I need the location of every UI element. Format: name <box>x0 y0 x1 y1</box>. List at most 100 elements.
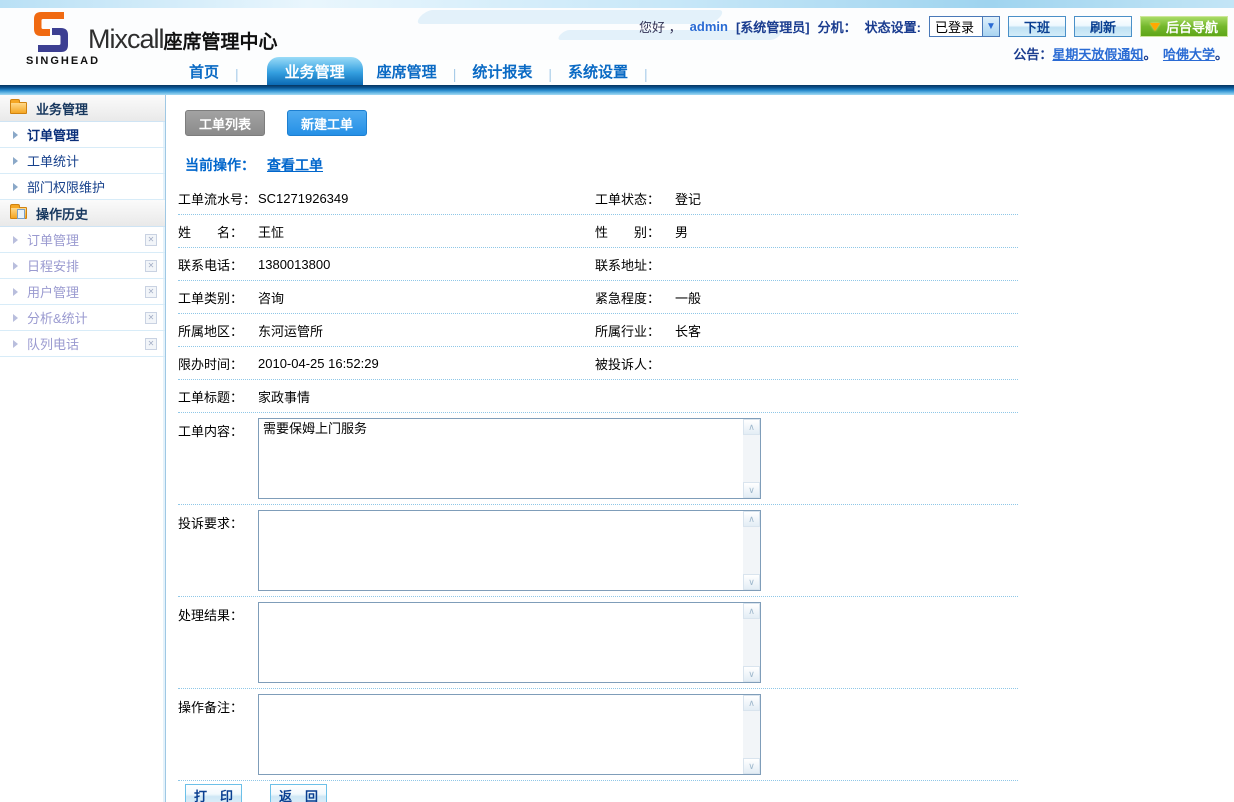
scroll-up-icon[interactable]: ∧ <box>743 695 760 711</box>
announcement-sep: 。 <box>1215 47 1228 62</box>
history-item-queue-calls[interactable]: 队列电话 ✕ <box>0 331 165 357</box>
form-row-content: 工单内容： 需要保姆上门服务 ∧ ∨ <box>178 413 1018 505</box>
username: admin <box>690 19 728 34</box>
form-row-serial-status: 工单流水号： SC1271926349 工单状态： 登记 <box>178 182 1018 215</box>
sidebar-section-history: 操作历史 <box>0 200 165 227</box>
textarea-scrollbar[interactable]: ∧ ∨ <box>743 511 760 590</box>
tab-system-settings[interactable]: 系统设置 <box>554 58 642 85</box>
scroll-down-icon[interactable]: ∨ <box>743 666 760 682</box>
field-label: 所属行业： <box>595 321 675 340</box>
form-row-name-gender: 姓 名： 王怔 性 别： 男 <box>178 215 1018 248</box>
scroll-up-icon[interactable]: ∧ <box>743 419 760 435</box>
off-duty-button[interactable]: 下班 <box>1008 16 1066 37</box>
chevron-down-icon[interactable]: ▼ <box>982 17 999 36</box>
scroll-up-icon[interactable]: ∧ <box>743 603 760 619</box>
sidebar-item-label: 部门权限维护 <box>27 177 157 196</box>
scroll-down-icon[interactable]: ∨ <box>743 574 760 590</box>
workorder-content-textarea[interactable]: 需要保姆上门服务 ∧ ∨ <box>258 418 761 499</box>
field-label: 操作备注： <box>178 694 258 716</box>
tab-separator: | <box>451 63 459 85</box>
company-logo: SINGHEAD <box>26 10 146 67</box>
gender-value: 男 <box>675 222 1018 241</box>
sidebar-item-label: 订单管理 <box>27 125 157 144</box>
brand-suffix: 座席管理中心 <box>164 32 278 53</box>
scroll-down-icon[interactable]: ∨ <box>743 482 760 498</box>
textarea-scrollbar[interactable]: ∧ ∨ <box>743 695 760 774</box>
textarea-text[interactable] <box>259 603 743 682</box>
breadcrumb: 当前操作： 查看工单 <box>178 155 1234 175</box>
close-icon[interactable]: ✕ <box>145 312 157 324</box>
field-label: 工单状态： <box>595 189 675 208</box>
sidebar: 业务管理 订单管理 工单统计 部门权限维护 操作历史 订单管理 ✕ 日程安排 ✕ <box>0 95 166 802</box>
breadcrumb-label: 当前操作： <box>185 157 255 173</box>
announcement-link-2[interactable]: 哈佛大学 <box>1163 47 1215 62</box>
form-row-complaint-request: 投诉要求： ∧ ∨ <box>178 505 1018 597</box>
status-select-value: 已登录 <box>930 17 982 36</box>
sidebar-item-dept-permission[interactable]: 部门权限维护 <box>0 174 165 200</box>
process-result-textarea[interactable]: ∧ ∨ <box>258 602 761 683</box>
field-label: 性 别： <box>595 222 675 241</box>
greeting-text: 您好 ， <box>639 17 682 36</box>
announcement-bar: 公告：星期天放假通知。 哈佛大学。 <box>1013 44 1228 63</box>
top-decor-strip <box>0 0 1234 8</box>
form-actions: 打 印 返 回 <box>178 784 1234 802</box>
tab-business-management[interactable]: 业务管理 <box>267 57 363 85</box>
customer-name-value: 王怔 <box>258 222 595 241</box>
backend-nav-button[interactable]: 后台导航 <box>1140 16 1228 37</box>
industry-value: 长客 <box>675 321 1018 340</box>
close-icon[interactable]: ✕ <box>145 338 157 350</box>
form-row-deadline-accused: 限办时间： 2010-04-25 16:52:29 被投诉人： <box>178 347 1018 380</box>
textarea-scrollbar[interactable]: ∧ ∨ <box>743 419 760 498</box>
field-label: 投诉要求： <box>178 510 258 532</box>
sidebar-item-order-management[interactable]: 订单管理 <box>0 122 165 148</box>
history-item-analysis-stats[interactable]: 分析&统计 ✕ <box>0 305 165 331</box>
announcement-link-1[interactable]: 星期天放假通知 <box>1052 47 1143 62</box>
print-button[interactable]: 打 印 <box>185 784 242 802</box>
backend-nav-label: 后台导航 <box>1166 17 1218 36</box>
back-button[interactable]: 返 回 <box>270 784 327 802</box>
workorder-list-button[interactable]: 工单列表 <box>185 110 265 136</box>
sidebar-section-title: 操作历史 <box>36 204 88 223</box>
tab-agent-management[interactable]: 座席管理 <box>363 58 451 85</box>
announcement-label: 公告： <box>1013 47 1052 62</box>
complaint-request-textarea[interactable]: ∧ ∨ <box>258 510 761 591</box>
field-label: 紧急程度： <box>595 288 675 307</box>
singhead-logo-icon <box>26 10 76 54</box>
user-bar: 您好 ， admin [系统管理员] 分机： 状态设置: 已登录 ▼ 下班 刷新… <box>639 16 1228 37</box>
close-icon[interactable]: ✕ <box>145 234 157 246</box>
arrow-right-icon <box>13 262 18 270</box>
status-select[interactable]: 已登录 ▼ <box>929 16 1000 37</box>
announcement-sep: 。 <box>1143 47 1150 62</box>
workorder-title-value: 家政事情 <box>258 387 595 406</box>
urgency-value: 一般 <box>675 288 1018 307</box>
tab-home[interactable]: 首页 <box>175 58 233 85</box>
extension-label: 分机： <box>818 17 857 36</box>
arrow-right-icon <box>13 131 18 139</box>
arrow-right-icon <box>13 340 18 348</box>
history-item-user-management[interactable]: 用户管理 ✕ <box>0 279 165 305</box>
textarea-text[interactable] <box>259 511 743 590</box>
textarea-text[interactable] <box>259 695 743 774</box>
new-workorder-button[interactable]: 新建工单 <box>287 110 367 136</box>
header: SINGHEAD Mixcall座席管理中心 您好 ， admin [系统管理员… <box>0 8 1234 60</box>
scroll-up-icon[interactable]: ∧ <box>743 511 760 527</box>
field-label: 工单标题： <box>178 387 258 406</box>
history-item-order-management[interactable]: 订单管理 ✕ <box>0 227 165 253</box>
sidebar-item-workorder-stats[interactable]: 工单统计 <box>0 148 165 174</box>
close-icon[interactable]: ✕ <box>145 286 157 298</box>
refresh-button[interactable]: 刷新 <box>1074 16 1132 37</box>
textarea-scrollbar[interactable]: ∧ ∨ <box>743 603 760 682</box>
sidebar-section-business: 业务管理 <box>0 95 165 122</box>
close-icon[interactable]: ✕ <box>145 260 157 272</box>
tab-statistics-report[interactable]: 统计报表 <box>458 58 546 85</box>
operation-note-textarea[interactable]: ∧ ∨ <box>258 694 761 775</box>
history-item-label: 用户管理 <box>27 282 136 301</box>
history-item-schedule[interactable]: 日程安排 ✕ <box>0 253 165 279</box>
breadcrumb-current-action[interactable]: 查看工单 <box>267 157 323 173</box>
workorder-status-value: 登记 <box>675 189 1018 208</box>
form-row-type-urgency: 工单类别： 咨询 紧急程度： 一般 <box>178 281 1018 314</box>
sidebar-section-title: 业务管理 <box>36 99 88 118</box>
scroll-down-icon[interactable]: ∨ <box>743 758 760 774</box>
field-label: 工单内容： <box>178 418 258 440</box>
textarea-text[interactable]: 需要保姆上门服务 <box>259 419 743 498</box>
